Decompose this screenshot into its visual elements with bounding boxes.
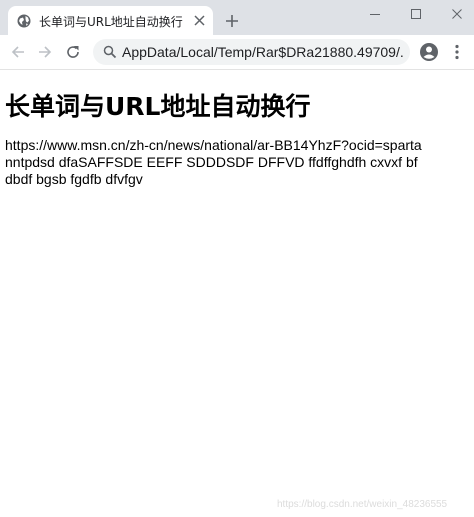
more-vertical-icon[interactable]	[451, 44, 463, 60]
globe-icon	[17, 14, 31, 28]
tab-title: 长单词与URL地址自动换行	[39, 15, 183, 29]
page-content: 长单词与URL地址自动换行 https://www.msn.cn/zh-cn/n…	[5, 70, 469, 188]
arrow-right-icon[interactable]	[37, 44, 53, 60]
close-icon[interactable]	[194, 15, 205, 26]
minimize-icon[interactable]	[363, 5, 387, 23]
url-text: AppData/Local/Temp/Rar$DRa21880.49709/..…	[122, 44, 404, 60]
maximize-icon[interactable]	[404, 5, 428, 23]
watermark-text: https://blog.csdn.net/weixin_48236555	[277, 499, 448, 510]
reload-icon[interactable]	[65, 44, 81, 60]
search-icon	[103, 45, 117, 59]
browser-toolbar: AppData/Local/Temp/Rar$DRa21880.49709/..…	[0, 35, 474, 70]
page-heading: 长单词与URL地址自动换行	[5, 92, 311, 121]
arrow-left-icon[interactable]	[10, 44, 26, 60]
plus-icon[interactable]	[225, 14, 239, 28]
window-close-icon[interactable]	[445, 5, 469, 23]
browser-titlebar: 长单词与URL地址自动换行	[0, 0, 474, 35]
long-word-paragraph: https://www.msn.cn/zh-cn/news/national/a…	[5, 137, 422, 187]
address-bar[interactable]: AppData/Local/Temp/Rar$DRa21880.49709/..…	[93, 39, 410, 65]
account-circle-icon[interactable]	[419, 42, 439, 62]
browser-tab[interactable]: 长单词与URL地址自动换行	[8, 6, 213, 35]
